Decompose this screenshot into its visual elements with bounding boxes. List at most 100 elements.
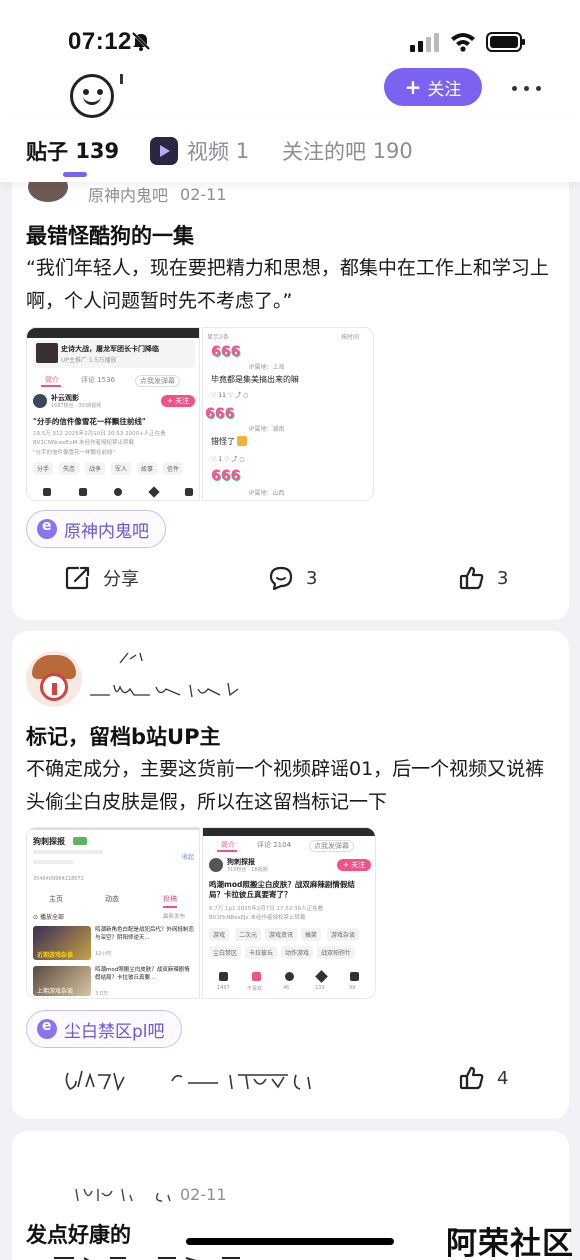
video-bv: BV1CNNceeEoM 未经作者授权禁止转载 bbox=[33, 440, 135, 446]
tab-posts[interactable]: 贴子 139 bbox=[26, 136, 119, 166]
user-avatar[interactable] bbox=[26, 651, 82, 707]
bar-tag[interactable]: 原神内鬼吧 bbox=[26, 510, 166, 548]
tab-dynamic: 动态 bbox=[105, 895, 119, 903]
tab-videos-label: 视频 bbox=[187, 140, 229, 164]
post-card[interactable]: 原神内鬼吧 02-11 最错怪酷狗的一集 “我们年轻人，现在要把精力和思想，都集… bbox=[12, 160, 569, 620]
wifi-icon bbox=[451, 33, 475, 52]
video-tag: 游戏资讯 bbox=[265, 928, 298, 941]
post-title[interactable]: 最错怪酷狗的一集 bbox=[26, 220, 194, 250]
video-tag: 游戏 bbox=[209, 928, 230, 941]
video-meta: 3.0万 bbox=[95, 991, 108, 997]
ad-title: 史诗大战，屠龙军团长卡门降临 bbox=[61, 345, 159, 353]
channel-uid: 3546409964218071 bbox=[33, 876, 84, 882]
post-card[interactable]: 标记，留档b站UP主 不确定成分，主要这货前一个视频辟谣01，后一个视频又说裤头… bbox=[12, 631, 569, 1119]
bar-name[interactable]: 原神内鬼吧 bbox=[88, 182, 168, 206]
bar-tag-icon bbox=[37, 1018, 57, 1039]
post-title[interactable]: 发点好康的 bbox=[26, 1219, 131, 1249]
video-title: 鸣潮新角色白配是战犯后代？外网抵制恋与深空？阴阳师逆天... bbox=[95, 927, 195, 941]
tab-videos[interactable]: 视频 1 bbox=[150, 136, 249, 166]
post-body[interactable]: “我们年轻人，现在要把精力和思想，都集中在工作上和学习上啊，个人问题暂时先不考虑… bbox=[26, 252, 556, 318]
sticker-666: 666 bbox=[211, 468, 241, 484]
video-meta: 12小时 bbox=[95, 951, 112, 957]
post-title[interactable]: 标记，留档b站UP主 bbox=[26, 721, 220, 751]
comment-like-count: 11 bbox=[218, 392, 226, 399]
watermark: 阿荣社区 bbox=[446, 1226, 574, 1260]
profile-tabs: 贴子 139 视频 1 关注的吧 190 bbox=[0, 120, 580, 182]
more-dot-icon bbox=[524, 85, 529, 91]
post-actions: 分享 3 3 bbox=[12, 565, 569, 599]
stat-count: 不喜欢 bbox=[247, 986, 263, 992]
share-icon bbox=[65, 566, 90, 590]
comment-ip: IP属地：上海 bbox=[249, 364, 285, 371]
comment-button-scrawl[interactable] bbox=[168, 1067, 328, 1095]
like-count: 3 bbox=[497, 567, 509, 589]
more-options-button[interactable] bbox=[512, 80, 548, 96]
more-dot-icon bbox=[536, 85, 541, 91]
comment-button[interactable]: 3 bbox=[268, 565, 317, 591]
like-button[interactable]: 3 bbox=[459, 565, 508, 591]
comment-text: 错怪了 bbox=[211, 437, 235, 446]
video-bv: BV1FkNBesEJx 未经作者授权禁止转载 bbox=[209, 915, 306, 921]
comment-likes: ♡ 1 ♡ ⤴ ○ bbox=[211, 456, 245, 463]
collapse-link: 收起 bbox=[182, 854, 195, 861]
comment-icon bbox=[269, 566, 293, 591]
video-stats: 6.7万 1p1 2025年2月7日 17:52 36人正在看 bbox=[209, 906, 324, 912]
plus-icon: + bbox=[404, 75, 422, 99]
signal-icon bbox=[410, 33, 439, 52]
like-count: 4 bbox=[497, 1067, 509, 1089]
bar-name-scrawl bbox=[74, 1183, 184, 1205]
avatar[interactable] bbox=[70, 74, 114, 118]
uploader-sub: 1687粉丝 · 3038视频 bbox=[51, 403, 102, 409]
video-tag: 动作游戏 bbox=[281, 946, 314, 959]
like-button[interactable]: 4 bbox=[459, 1065, 508, 1091]
video-title: 鸣潮mod照搬尘白皮肤？战双麻辣剧情假结局？卡拉彼丘真要寄了？ bbox=[209, 880, 355, 899]
tab-home: 主页 bbox=[49, 895, 63, 903]
post-body-partial bbox=[26, 1253, 286, 1260]
sticker-666: 666 bbox=[205, 406, 235, 422]
danmaku-input: 点我发弹幕 bbox=[309, 840, 354, 852]
bar-tag[interactable]: 尘白禁区pl吧 bbox=[26, 1010, 182, 1048]
comment-likes: ♡ 11 ♡ ⤴ ○ bbox=[211, 392, 249, 399]
mini-follow: + 关注 bbox=[161, 395, 196, 407]
tab-posts-label: 贴子 bbox=[26, 140, 68, 164]
post-actions: 4 bbox=[12, 1065, 569, 1099]
tab-intro: 简介 bbox=[221, 841, 235, 849]
sort-label: 最新发布 bbox=[163, 914, 186, 920]
video-tag: 失恋 bbox=[59, 462, 80, 475]
thumbs-up-icon bbox=[459, 566, 484, 590]
comment-ip: IP属地：湖南 bbox=[249, 426, 285, 433]
ad-subtitle: UP主推广·1.5万播放 bbox=[61, 357, 117, 364]
video-tag: 尘白禁区 bbox=[209, 946, 242, 959]
bar-tag-icon bbox=[37, 518, 57, 539]
user-avatar[interactable] bbox=[26, 172, 70, 204]
post-body[interactable]: 不确定成分，主要这货前一个视频辟谣01，后一个视频又说裤头偷尘白皮肤是假，所以在… bbox=[26, 753, 556, 819]
play-all-label: 播放全部 bbox=[39, 914, 64, 921]
video-tag: 军人 bbox=[111, 462, 132, 475]
post-image[interactable]: 狗刺探报 3546409964218071 收起 主页 动态 投稿 ⊙ 播放全部… bbox=[26, 827, 200, 999]
comments-header: 显示3条 bbox=[207, 334, 229, 341]
tab-followed-count: 190 bbox=[372, 139, 413, 163]
video-icon bbox=[150, 137, 178, 165]
stat-count: 239 bbox=[315, 985, 325, 991]
tab-followed-bars[interactable]: 关注的吧 190 bbox=[282, 136, 413, 166]
post-image[interactable]: 显示3条 按时间 666 IP属地：上海 毕竟都是集美搞出来的嘛 ♡ 11 ♡ … bbox=[202, 327, 374, 501]
bar-tag-label: 原神内鬼吧 bbox=[64, 521, 149, 542]
more-dot-icon bbox=[512, 85, 517, 91]
uploader-sub: 310粉丝 · 18视频 bbox=[227, 867, 268, 873]
comment-like-count: 1 bbox=[218, 456, 223, 463]
follow-button[interactable]: + 关注 bbox=[384, 68, 482, 106]
video-tag: 游戏杂谈 bbox=[327, 928, 360, 941]
video-title: 鸣潮mod照搬尘白皮肤？战双麻辣剧情假结局？卡拉彼丘真要... bbox=[95, 967, 190, 981]
share-button[interactable]: 分享 bbox=[65, 565, 139, 591]
post-meta: 原神内鬼吧 02-11 bbox=[26, 172, 227, 206]
home-indicator[interactable] bbox=[186, 1238, 394, 1245]
post-image[interactable]: 简介 评论 2104 点我发弹幕 狗刺探报 310粉丝 · 18视频 + 关注 … bbox=[202, 827, 376, 999]
tab-comments: 评论 1536 bbox=[81, 376, 116, 384]
share-label: 分享 bbox=[103, 569, 139, 590]
post-image[interactable]: 史诗大战，屠龙军团长卡门降临 UP主推广·1.5万播放 简介 评论 1536 点… bbox=[26, 327, 200, 501]
video-stats: 19.5万 312 2025年2月10日 20:53 2000+人正在看 bbox=[33, 431, 166, 437]
stat-count: 99 bbox=[349, 985, 356, 991]
username-scrawl bbox=[90, 677, 240, 698]
video-tag: 搞笑 bbox=[301, 928, 322, 941]
video-tag: 二次元 bbox=[235, 928, 262, 941]
